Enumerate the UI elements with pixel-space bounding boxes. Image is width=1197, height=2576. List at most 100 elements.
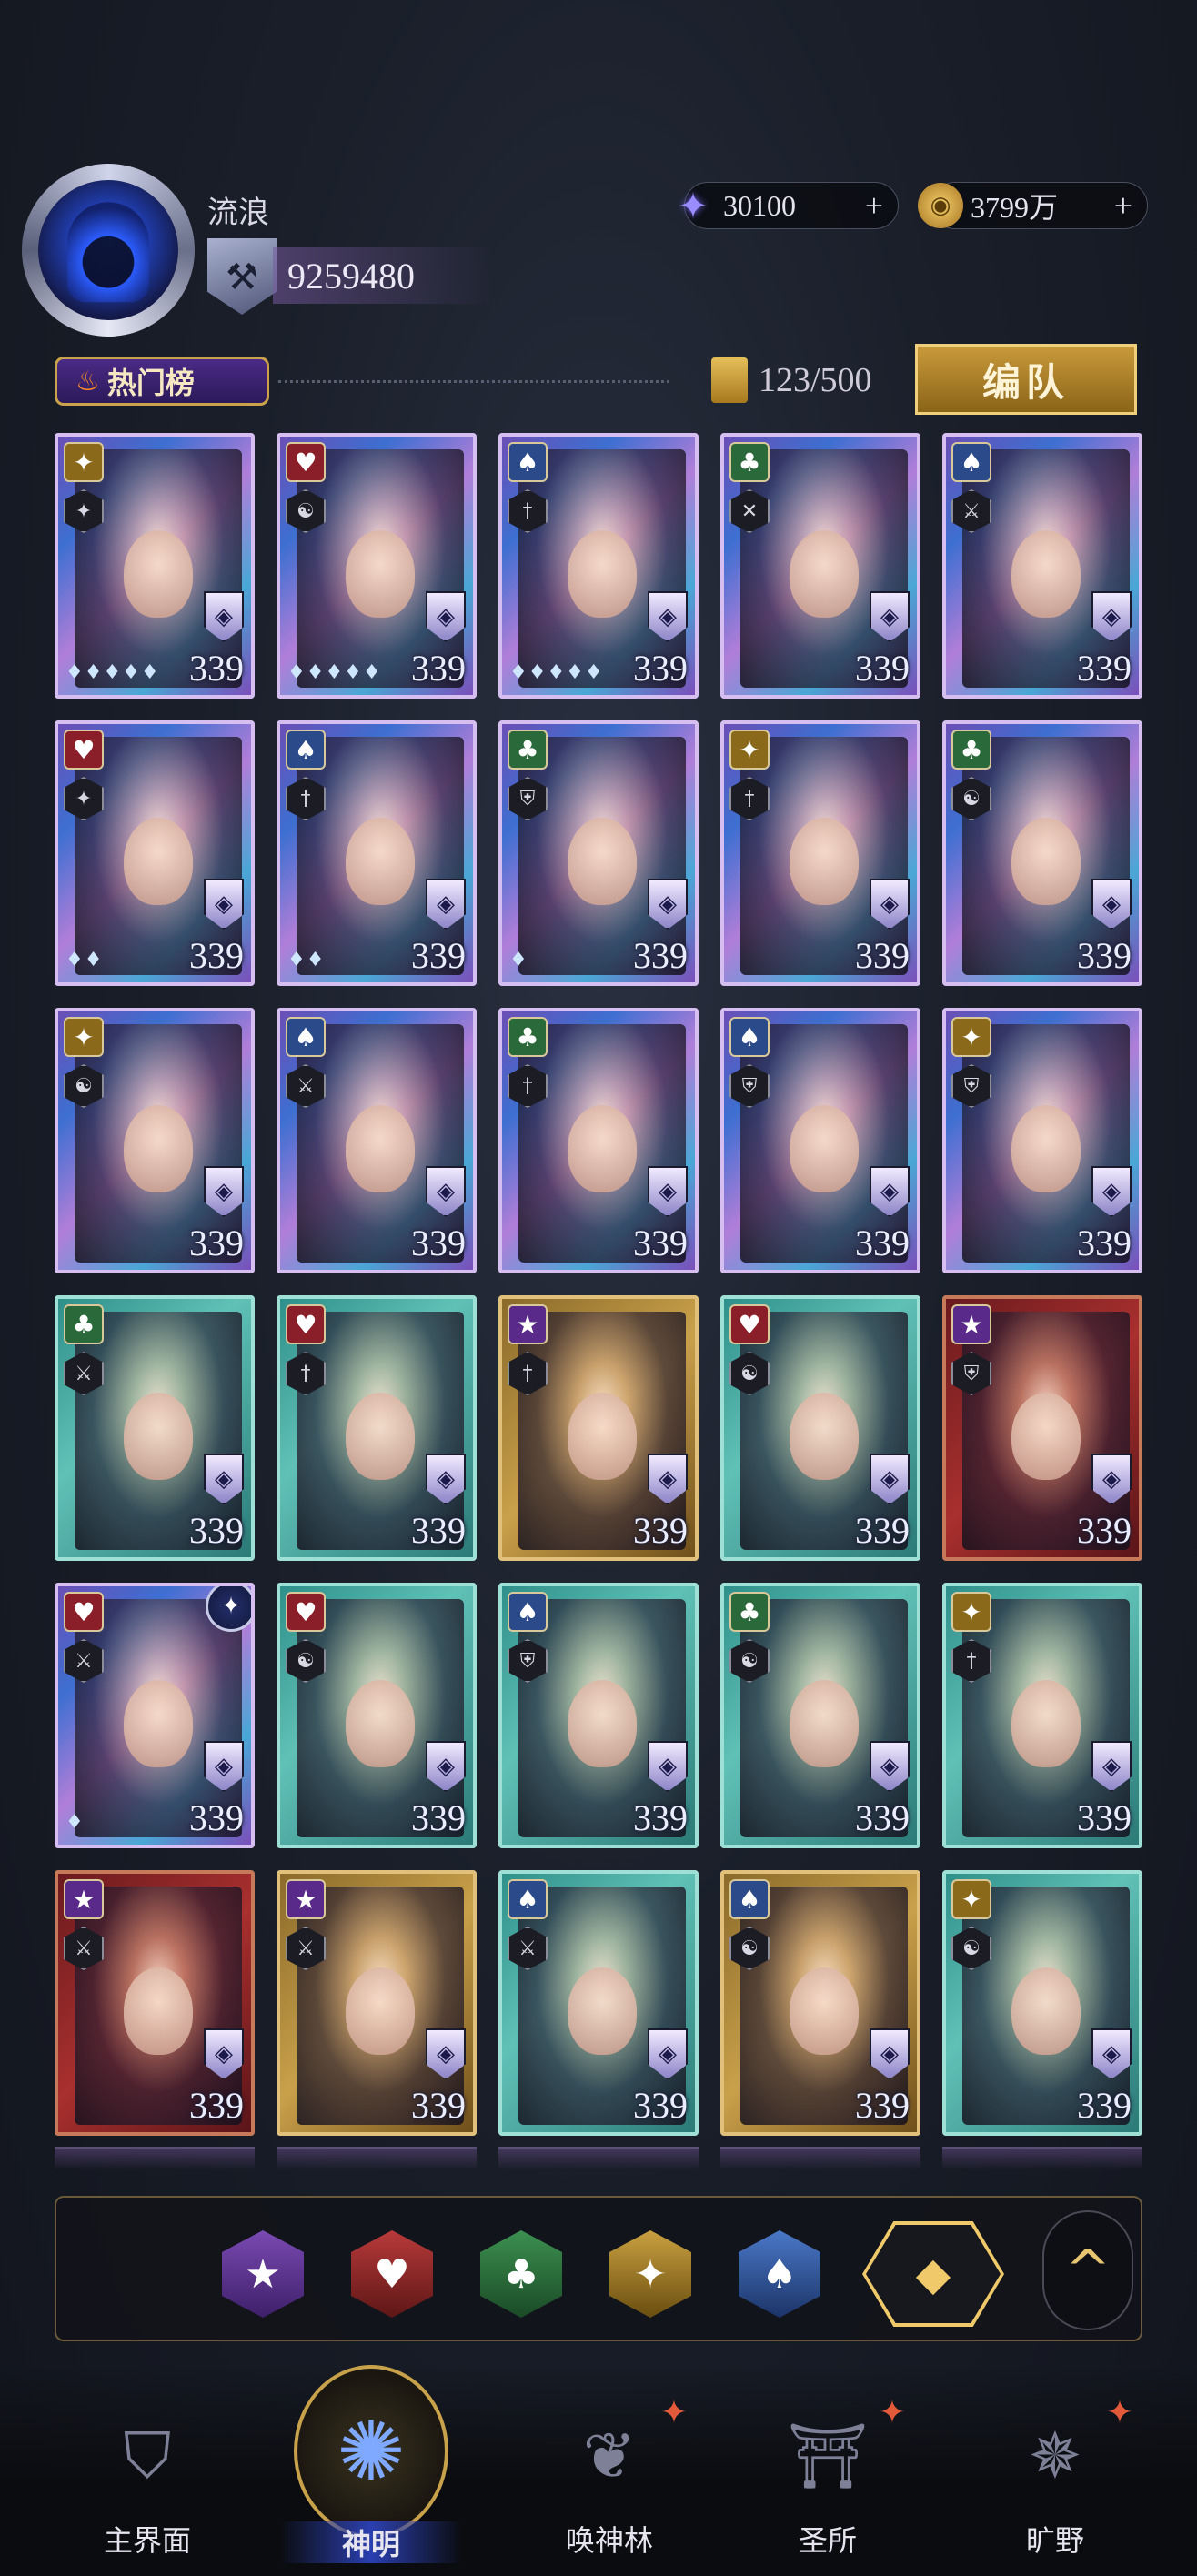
card-level: 339 <box>855 1223 910 1263</box>
god-card[interactable]: ♣ ⚔ ◈ 339 <box>55 1295 255 1561</box>
card-row-partial <box>55 2147 1144 2170</box>
character-face <box>1011 530 1081 619</box>
add-gold-button[interactable]: + <box>1114 186 1132 225</box>
god-card[interactable]: ★ ⛨ ◈ 339 <box>942 1295 1142 1561</box>
god-card[interactable]: ♠ ⚔ ◈ 339 <box>277 1008 477 1273</box>
character-face <box>1011 1105 1081 1193</box>
card-level: 339 <box>411 2085 466 2126</box>
hot-ranking-tab[interactable]: ♨ 热门榜 <box>55 357 269 406</box>
card-level: 339 <box>1077 648 1132 689</box>
card-count-value: 123/500 <box>759 361 872 399</box>
suit-diamond-icon: ✦ <box>64 442 104 482</box>
god-card[interactable]: ♥ ⚔ ◈ ♦ ✦ 339 <box>55 1583 255 1848</box>
card-level: 339 <box>411 935 466 976</box>
gold-coin-icon: ◉ <box>918 183 963 228</box>
character-face <box>1011 818 1081 906</box>
filter-star-button[interactable]: ★ <box>222 2230 304 2318</box>
character-face <box>346 1680 415 1768</box>
god-card[interactable]: ♥ ☯ ◈ 339 <box>277 1583 477 1848</box>
god-card[interactable]: ✦ ✦ ◈ ♦♦♦♦♦ 339 <box>55 433 255 699</box>
nav-summon-grove[interactable]: ❦ 唤神林 ✦ <box>518 2394 700 2565</box>
filter-spade-button[interactable]: ♠ <box>739 2230 820 2318</box>
god-card[interactable]: ♣ ☯ ◈ 339 <box>942 720 1142 986</box>
card-level: 339 <box>411 1510 466 1551</box>
card-level: 339 <box>1077 935 1132 976</box>
god-card[interactable]: ♣ ☯ ◈ 339 <box>720 1583 920 1848</box>
character-face <box>346 530 415 619</box>
god-card[interactable]: ✦ † ◈ 339 <box>720 720 920 986</box>
nav-label: 旷野 <box>1025 2523 1084 2558</box>
character-face <box>124 1393 193 1481</box>
power-value: 9259480 <box>273 247 491 304</box>
nav-main-screen[interactable]: ⛉ 主界面 <box>56 2401 238 2565</box>
character-face <box>1011 1967 1081 2056</box>
god-card[interactable]: ✦ ⛨ ◈ 339 <box>942 1008 1142 1273</box>
suit-spade-icon: ♠ <box>951 442 991 482</box>
god-card[interactable]: ★ ⚔ ◈ 339 <box>277 1870 477 2136</box>
character-face <box>124 818 193 906</box>
god-card[interactable]: ✦ † ◈ 339 <box>942 1583 1142 1848</box>
filter-club-button[interactable]: ♣ <box>480 2230 562 2318</box>
god-card[interactable]: ♣ ⛨ ◈ ♦ 339 <box>498 720 699 986</box>
gold-currency[interactable]: ◉ 3799万 + <box>918 182 1148 229</box>
god-card[interactable]: ♠ † ◈ ♦♦ 339 <box>277 720 477 986</box>
filter-all-button[interactable]: ◆ <box>862 2221 1004 2327</box>
avatar-portrait <box>38 180 178 320</box>
god-card[interactable]: ♥ ☯ ◈ 339 <box>720 1295 920 1561</box>
notification-dot-icon: ✦ <box>1105 2394 1133 2431</box>
card-level: 339 <box>855 1510 910 1551</box>
notification-dot-icon: ✦ <box>878 2394 906 2431</box>
god-card[interactable]: ★ † ◈ 339 <box>498 1295 699 1561</box>
filter-heart-button[interactable]: ♥ <box>351 2230 433 2318</box>
god-card[interactable]: ✦ ☯ ◈ 339 <box>942 1870 1142 2136</box>
crystal-currency[interactable]: ✦ 30100 + <box>678 182 899 229</box>
suit-star-icon: ★ <box>286 1879 326 1919</box>
card-level: 339 <box>633 2085 688 2126</box>
team-formation-button[interactable]: 编队 <box>915 344 1137 415</box>
suit-club-icon: ♣ <box>729 442 770 482</box>
god-card[interactable]: ♠ † ◈ ♦♦♦♦♦ 339 <box>498 433 699 699</box>
character-face <box>790 1967 859 2056</box>
god-card[interactable]: ♠ ⛨ ◈ 339 <box>720 1008 920 1273</box>
add-crystal-button[interactable]: + <box>865 186 883 225</box>
card-level: 339 <box>633 1797 688 1838</box>
god-card[interactable]: ♠ ⚔ ◈ 339 <box>498 1870 699 2136</box>
card-level: 339 <box>189 1510 244 1551</box>
god-card[interactable]: ♠ ⛨ ◈ 339 <box>498 1583 699 1848</box>
card-level: 339 <box>633 648 688 689</box>
character-face <box>568 1967 637 2056</box>
card-edge <box>720 2147 920 2170</box>
card-level: 339 <box>633 935 688 976</box>
bottom-nav: ⛉ 主界面 ✺ 神明 ❦ 唤神林 ✦ ⛩ 圣所 ✦ ✵ 旷野 ✦ <box>0 2365 1197 2576</box>
card-stack-icon <box>711 357 748 403</box>
god-card[interactable]: ♥ ☯ ◈ ♦♦♦♦♦ 339 <box>277 433 477 699</box>
player-avatar[interactable] <box>13 155 204 346</box>
god-card[interactable]: ♣ † ◈ 339 <box>498 1008 699 1273</box>
god-card[interactable]: ♥ † ◈ 339 <box>277 1295 477 1561</box>
god-card[interactable]: ♠ ⚔ ◈ 339 <box>942 433 1142 699</box>
nav-label: 唤神林 <box>565 2523 653 2558</box>
card-level: 339 <box>1077 2085 1132 2126</box>
card-level: 339 <box>633 1510 688 1551</box>
player-name: 流浪 <box>207 196 269 230</box>
nav-sanctuary[interactable]: ⛩ 圣所 ✦ <box>737 2394 919 2565</box>
suit-spade-icon: ♠ <box>286 1017 326 1057</box>
card-edge <box>942 2147 1142 2170</box>
god-card[interactable]: ★ ⚔ ◈ 339 <box>55 1870 255 2136</box>
character-face <box>568 1680 637 1768</box>
god-card[interactable]: ♥ ✦ ◈ ♦♦ 339 <box>55 720 255 986</box>
nav-wilderness[interactable]: ✵ 旷野 ✦ <box>964 2394 1146 2565</box>
character-face <box>790 1105 859 1193</box>
suit-club-icon: ♣ <box>951 730 991 770</box>
god-card[interactable]: ♣ ✕ ◈ 339 <box>720 433 920 699</box>
collapse-filter-button[interactable]: ^ <box>1042 2210 1133 2330</box>
suit-club-icon: ♣ <box>508 730 548 770</box>
crystal-icon: ✦ <box>678 185 709 226</box>
god-card[interactable]: ✦ ☯ ◈ 339 <box>55 1008 255 1273</box>
god-card[interactable]: ♠ ☯ ◈ 339 <box>720 1870 920 2136</box>
filter-diamond-button[interactable]: ✦ <box>609 2230 691 2318</box>
nav-gods[interactable]: ✺ 神明 <box>280 2365 462 2563</box>
star-pips: ♦ <box>509 949 528 971</box>
character-face <box>124 1680 193 1768</box>
card-level: 339 <box>855 2085 910 2126</box>
